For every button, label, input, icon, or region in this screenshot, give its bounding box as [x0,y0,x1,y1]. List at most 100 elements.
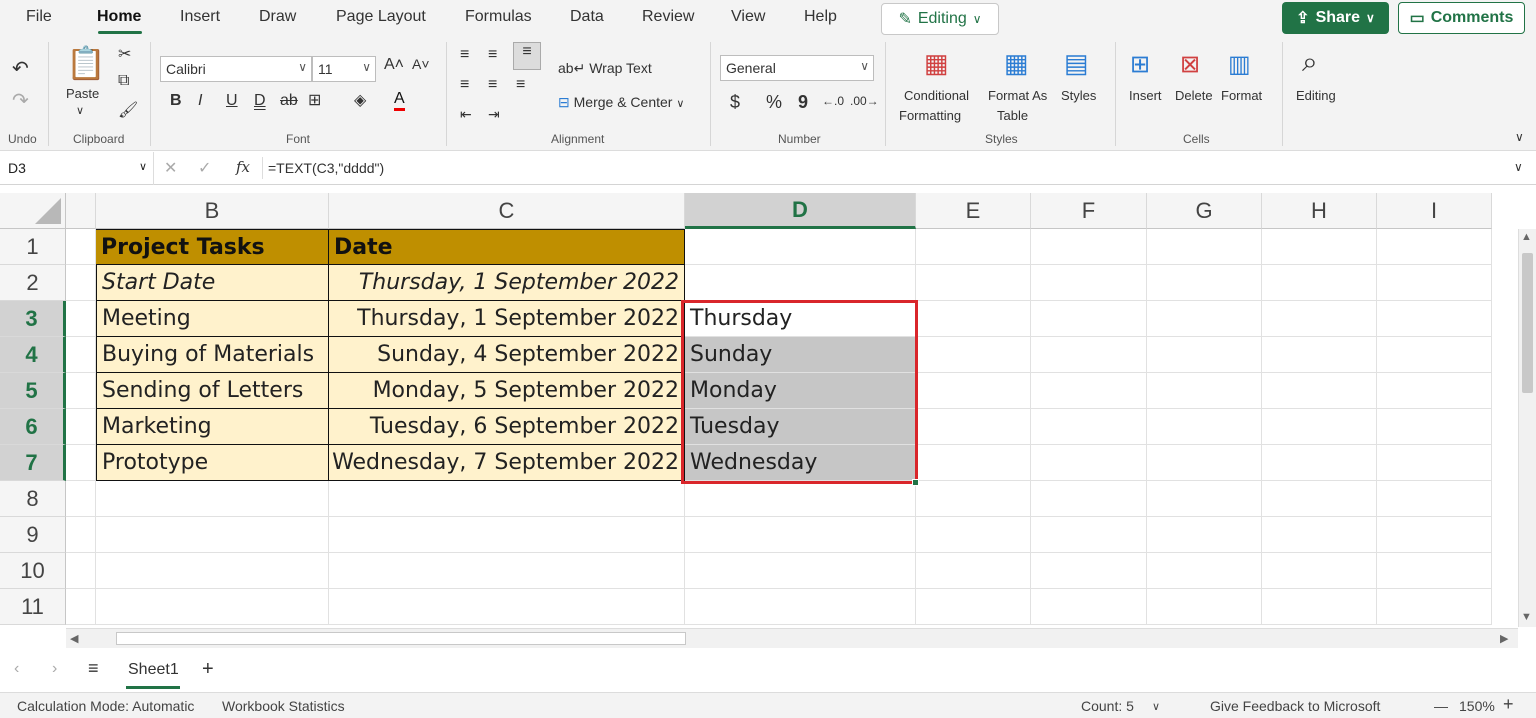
cell[interactable] [685,481,916,517]
table-cell-date[interactable]: Thursday, 1 September 2022 [329,301,685,337]
format-cells-label[interactable]: Format [1221,88,1262,103]
paste-label[interactable]: Paste [66,86,99,101]
cell[interactable] [1377,337,1492,373]
cell[interactable] [1031,589,1147,625]
row-header-8[interactable]: 8 [0,481,66,517]
table-cell-task[interactable]: Buying of Materials [96,337,329,373]
cell[interactable] [1262,517,1377,553]
cell[interactable] [1262,589,1377,625]
cell[interactable] [1031,373,1147,409]
cell[interactable] [329,589,685,625]
confirm-formula-icon[interactable]: ✓ [198,158,211,178]
italic-button[interactable]: I [198,92,202,110]
fill-handle[interactable] [912,479,919,486]
comma-style-button[interactable]: 9 [798,92,808,113]
cell-styles-label[interactable]: Styles [1061,88,1096,103]
grow-font-icon[interactable]: A˄ [384,56,404,74]
table-header-project-tasks[interactable]: Project Tasks [96,229,329,265]
cell[interactable] [96,517,329,553]
cell[interactable] [916,553,1031,589]
cell[interactable] [1377,445,1492,481]
menu-draw[interactable]: Draw [259,8,296,26]
cell[interactable] [1262,229,1377,265]
cell[interactable] [916,337,1031,373]
zoom-out-button[interactable]: — [1434,698,1448,714]
cell[interactable] [1377,301,1492,337]
undo-icon[interactable]: ↶ [12,56,29,81]
cell[interactable] [1377,589,1492,625]
cell[interactable] [1031,517,1147,553]
double-underline-button[interactable]: D [254,92,266,110]
cell[interactable] [1262,445,1377,481]
select-all-corner[interactable] [0,193,66,229]
scroll-up-icon[interactable]: ▲ [1521,231,1532,243]
row-header-11[interactable]: 11 [0,589,66,625]
editing-mode-button[interactable]: ✎ Editing ∨ [881,3,999,35]
cell[interactable] [916,409,1031,445]
conditional-formatting-label-1[interactable]: Conditional [904,88,969,103]
prev-sheet-icon[interactable]: ‹ [14,660,19,678]
cell[interactable] [66,517,96,553]
horizontal-scroll-thumb[interactable] [116,632,686,645]
insert-cells-icon[interactable]: ⊞ [1130,50,1150,79]
row-header-2[interactable]: 2 [0,265,66,301]
cell[interactable] [1262,337,1377,373]
delete-cells-icon[interactable]: ⊠ [1180,50,1200,79]
increase-decimal-icon[interactable]: ←.0 [822,94,844,108]
comments-button[interactable]: ▭ Comments [1398,2,1525,34]
table-cell-task[interactable]: Sending of Letters [96,373,329,409]
scroll-down-icon[interactable]: ▼ [1521,611,1532,623]
cell[interactable] [916,517,1031,553]
cell[interactable] [1147,589,1262,625]
cell[interactable] [1031,265,1147,301]
all-sheets-menu-icon[interactable]: ≡ [88,658,99,679]
row-header-6[interactable]: 6 [0,409,66,445]
row-header-4[interactable]: 4 [0,337,66,373]
cell[interactable] [96,481,329,517]
menu-page-layout[interactable]: Page Layout [336,8,426,26]
sheet-tab-sheet1[interactable]: Sheet1 [128,661,179,679]
cell[interactable] [1377,481,1492,517]
cell[interactable] [66,301,96,337]
paste-icon[interactable]: 📋 [66,44,106,82]
cell[interactable] [1147,301,1262,337]
ribbon-collapse-icon[interactable]: ∨ [1515,130,1524,144]
cell[interactable] [66,265,96,301]
cell[interactable] [1377,229,1492,265]
cell[interactable] [1377,265,1492,301]
next-sheet-icon[interactable]: › [52,660,57,678]
cell[interactable] [1377,373,1492,409]
cell[interactable] [96,589,329,625]
cell[interactable] [66,229,96,265]
cell[interactable] [66,445,96,481]
workbook-statistics[interactable]: Workbook Statistics [222,698,345,714]
cell[interactable] [66,409,96,445]
underline-button[interactable]: U [226,92,238,110]
menu-data[interactable]: Data [570,8,604,26]
column-header-i[interactable]: I [1377,193,1492,229]
scroll-left-icon[interactable]: ◀ [70,632,78,645]
format-painter-icon[interactable]: 🖌 [118,100,138,120]
menu-file[interactable]: File [26,8,52,26]
cell[interactable] [1262,481,1377,517]
cell[interactable] [916,301,1031,337]
table-cell-date[interactable]: Tuesday, 6 September 2022 [329,409,685,445]
cell[interactable] [1377,517,1492,553]
table-cell-date[interactable]: Monday, 5 September 2022 [329,373,685,409]
conditional-formatting-icon[interactable]: ▦ [924,48,949,79]
insert-function-icon[interactable]: fx [236,158,250,176]
font-color-button[interactable]: A [394,90,405,111]
number-format-select[interactable]: General ∨ [720,55,874,81]
cell[interactable] [1262,373,1377,409]
table-cell-task[interactable]: Start Date [96,265,329,301]
zoom-level[interactable]: 150% [1459,698,1495,714]
increase-indent-icon[interactable]: ⇥ [488,106,500,123]
table-cell-task[interactable]: Meeting [96,301,329,337]
format-as-table-icon[interactable]: ▦ [1004,48,1029,79]
menu-formulas[interactable]: Formulas [465,8,532,26]
scroll-right-icon[interactable]: ▶ [1500,632,1508,645]
name-box[interactable]: D3 ∨ [0,152,154,185]
cell[interactable] [1147,373,1262,409]
cell[interactable] [1031,337,1147,373]
cell[interactable] [685,229,916,265]
